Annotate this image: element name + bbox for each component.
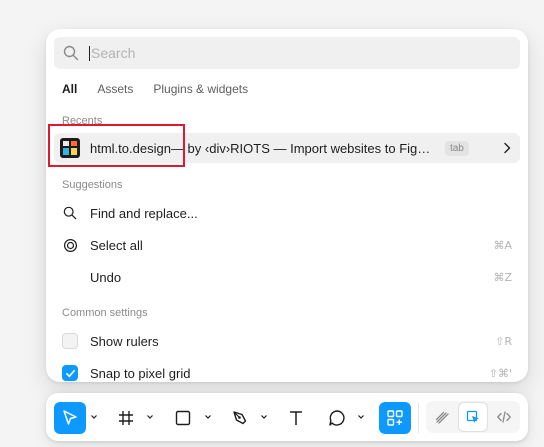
setting-label: Snap to pixel grid — [90, 365, 191, 381]
tab-shortcut-badge: tab — [444, 140, 469, 156]
dev-mode-button[interactable] — [490, 403, 518, 431]
pen-icon — [233, 411, 247, 425]
tab-plugins-widgets[interactable]: Plugins & widgets — [145, 77, 256, 101]
shortcut-hint: ⇧⌘' — [488, 366, 512, 380]
recent-item-description: — by ‹div›RIOTS — Import websites to Fig… — [170, 140, 435, 156]
actions-grid-icon — [387, 410, 403, 426]
pen-tool[interactable] — [224, 402, 256, 434]
target-icon — [62, 237, 78, 253]
tab-all[interactable]: All — [54, 77, 85, 101]
chevron-down-icon[interactable] — [90, 413, 98, 421]
text-tool[interactable] — [280, 402, 312, 434]
frame-icon — [119, 411, 133, 425]
suggestion-select-all[interactable]: Select all ⌘A — [54, 230, 520, 260]
comment-tool[interactable] — [321, 402, 353, 434]
search-input[interactable] — [91, 45, 471, 61]
search-icon — [62, 205, 78, 221]
setting-show-rulers[interactable]: Show rulers ⇧R — [54, 326, 520, 356]
chevron-down-icon[interactable] — [146, 413, 154, 421]
toolbar-divider — [418, 403, 419, 433]
chevron-down-icon[interactable] — [204, 413, 212, 421]
actions-tool[interactable] — [379, 402, 411, 434]
frame-tool[interactable] — [110, 402, 142, 434]
quick-actions-palette: All Assets Plugins & widgets Recents htm… — [46, 29, 528, 382]
suggestion-label: Undo — [90, 269, 122, 285]
section-title-recents: Recents — [62, 115, 103, 127]
suggestion-label: Find and replace... — [90, 205, 198, 221]
chevron-right-icon — [504, 142, 511, 154]
recent-item-name: html.to.design — [90, 140, 171, 156]
shortcut-hint: ⌘Z — [493, 270, 512, 284]
shape-tool[interactable] — [167, 402, 199, 434]
move-tool[interactable] — [54, 402, 86, 434]
section-title-common-settings: Common settings — [62, 307, 148, 319]
section-title-suggestions: Suggestions — [62, 179, 123, 191]
checkmark-icon — [65, 369, 75, 377]
show-rulers-checkbox[interactable] — [62, 333, 78, 349]
search-icon — [63, 45, 79, 61]
html-to-design-plugin-icon — [60, 138, 80, 158]
text-icon — [290, 411, 302, 425]
snap-to-pixel-grid-checkbox[interactable] — [62, 365, 78, 381]
suggestion-label: Select all — [90, 237, 143, 253]
chevron-down-icon[interactable] — [357, 413, 365, 421]
filter-tabs: All Assets Plugins & widgets — [54, 77, 256, 101]
shortcut-hint: ⌘A — [493, 238, 512, 252]
comment-icon — [329, 410, 345, 426]
tab-assets[interactable]: Assets — [89, 77, 141, 101]
draw-mode-button[interactable] — [428, 403, 456, 431]
shortcut-hint: ⇧R — [495, 334, 512, 348]
recent-item-html-to-design[interactable]: html.to.design — by ‹div›RIOTS — Import … — [54, 133, 520, 163]
search-bar[interactable] — [54, 37, 520, 69]
draw-mode-icon — [435, 411, 449, 424]
suggestion-find-replace[interactable]: Find and replace... — [54, 198, 520, 228]
chevron-down-icon[interactable] — [260, 413, 268, 421]
mode-switcher — [426, 401, 520, 433]
code-icon — [497, 411, 511, 423]
move-cursor-icon — [63, 410, 77, 425]
design-mode-button[interactable] — [459, 403, 487, 431]
suggestion-undo[interactable]: Undo ⌘Z — [54, 262, 520, 292]
design-mode-icon — [466, 410, 479, 423]
setting-snap-to-pixel-grid[interactable]: Snap to pixel grid ⇧⌘' — [54, 358, 520, 382]
text-cursor — [89, 45, 90, 61]
bottom-toolbar — [46, 393, 528, 441]
rectangle-icon — [175, 410, 191, 426]
setting-label: Show rulers — [90, 333, 159, 349]
